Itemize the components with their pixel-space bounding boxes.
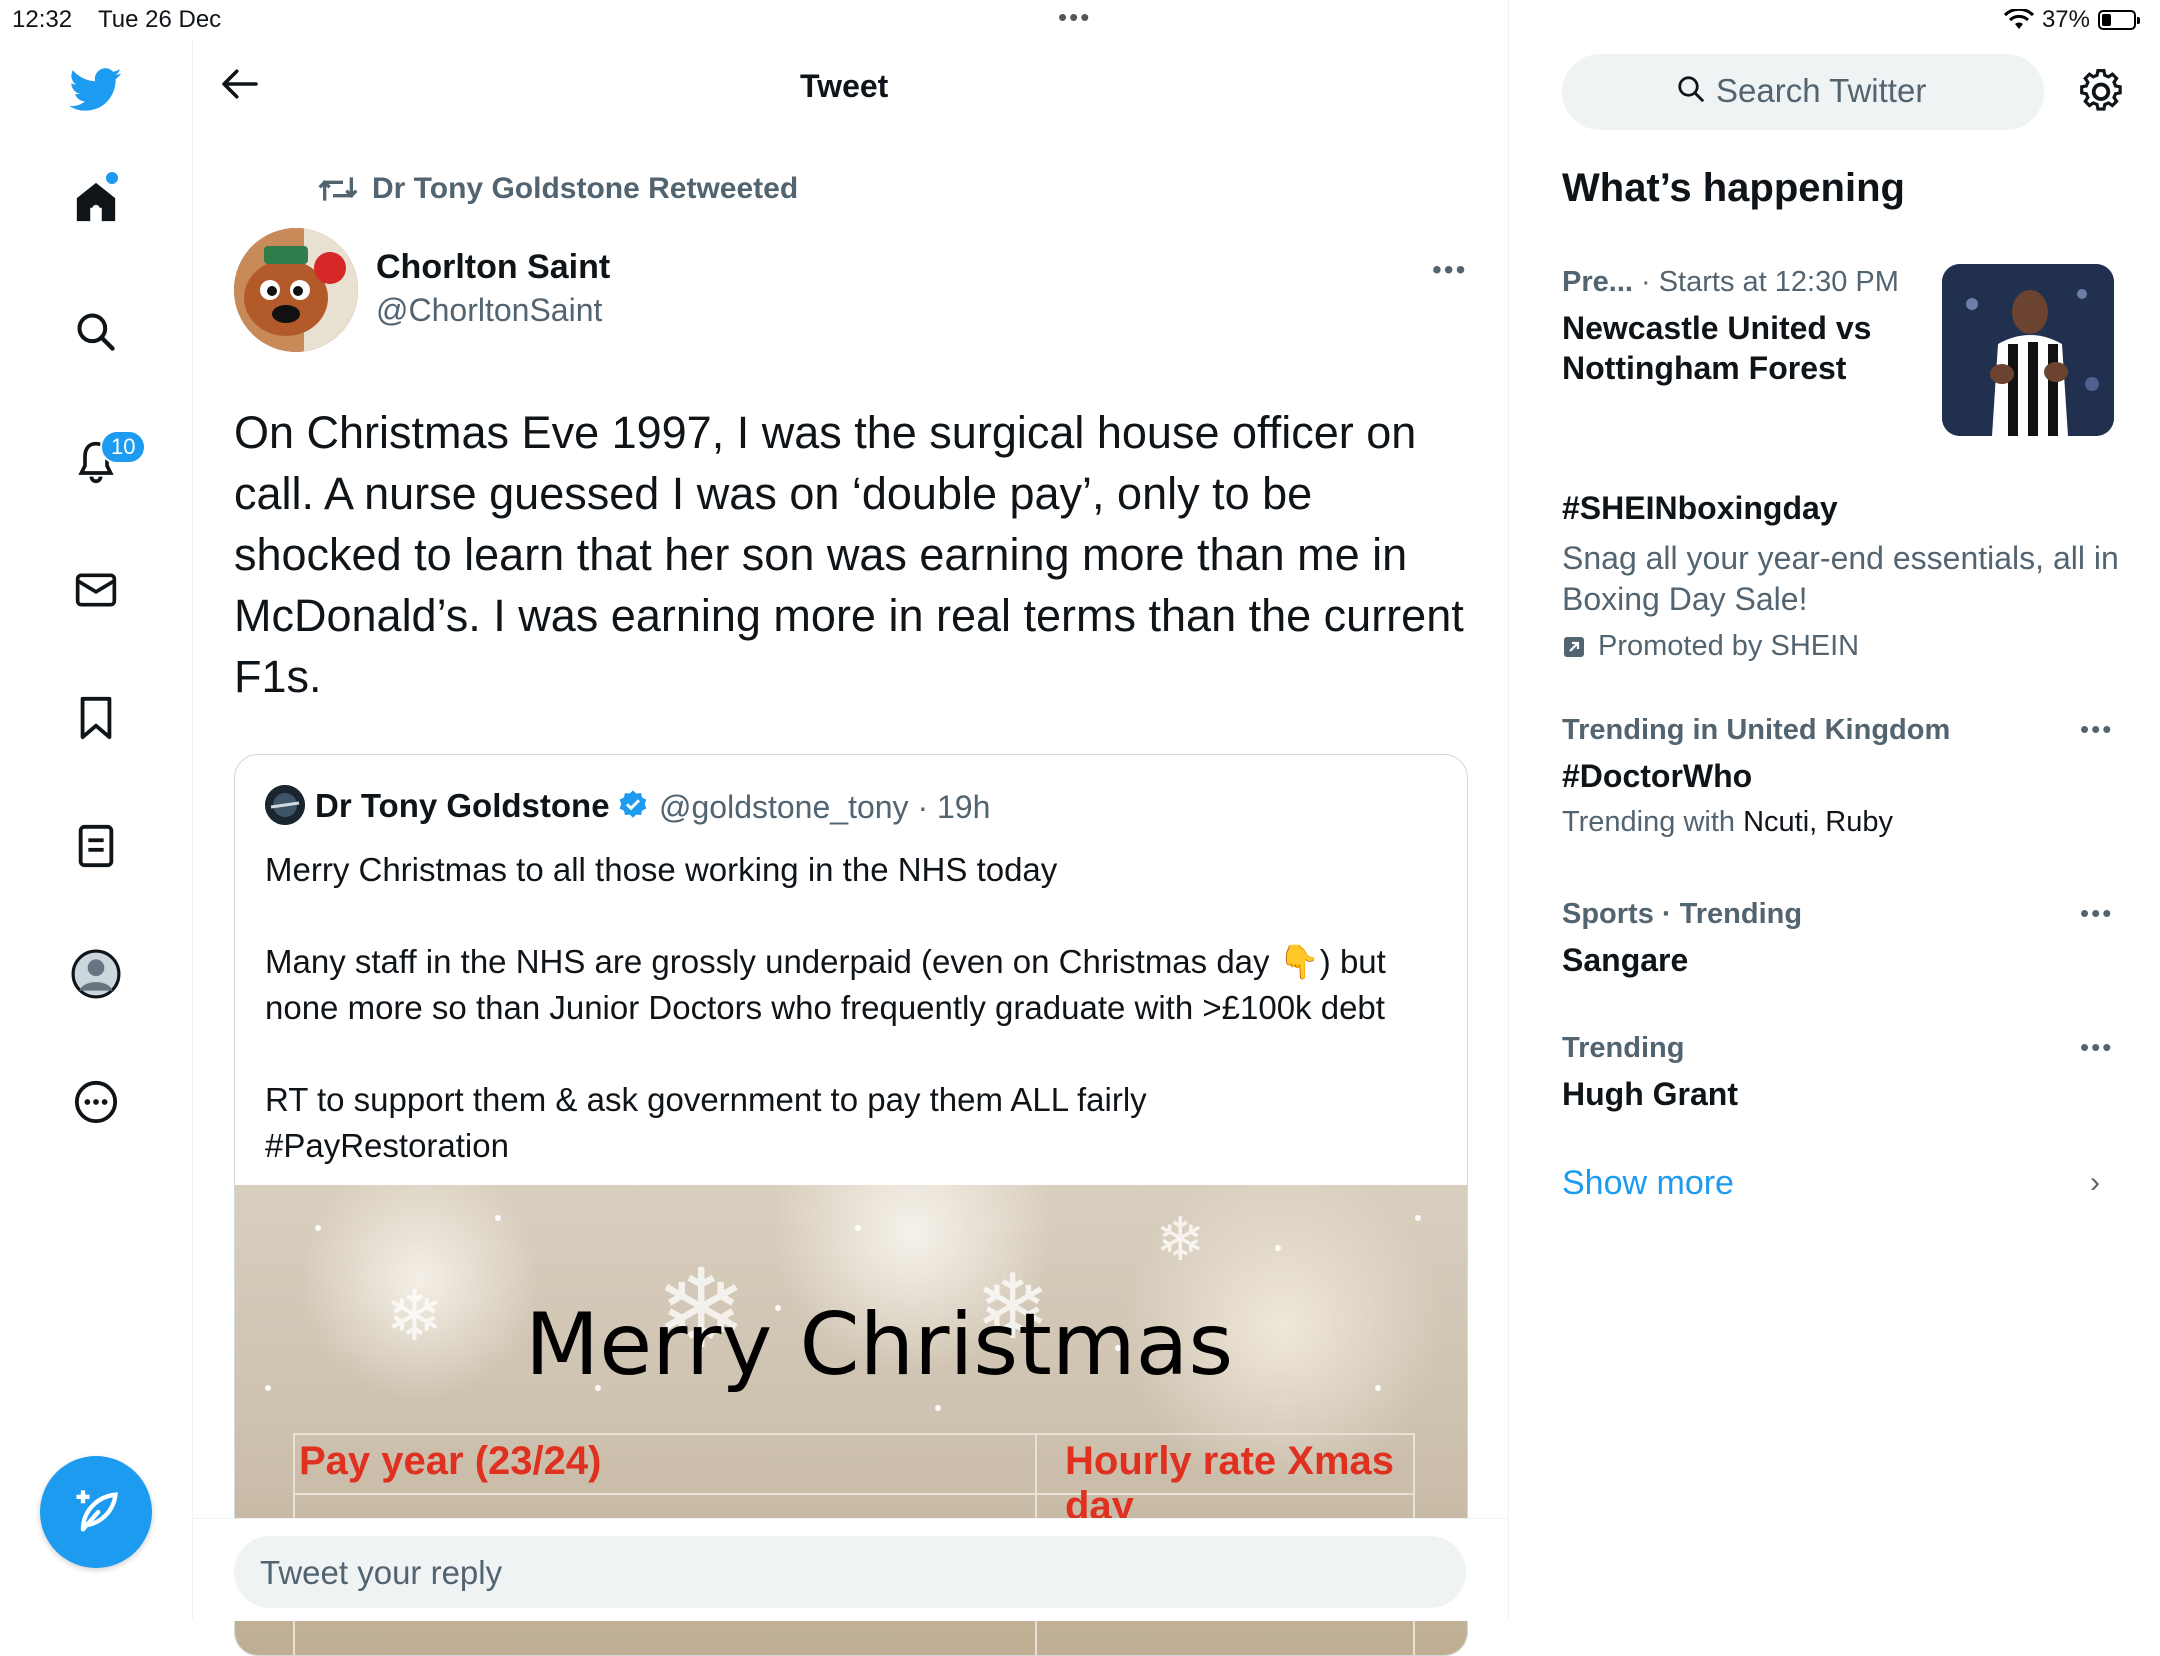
snowflake-icon: ❄ <box>385 1277 444 1355</box>
profile-icon[interactable] <box>66 944 126 1004</box>
event-image[interactable] <box>1942 264 2114 436</box>
chevron-right-icon: › <box>2090 1166 2100 1199</box>
promoted-icon <box>1564 636 1584 657</box>
bookmark-icon[interactable] <box>66 688 126 748</box>
trend-context: Trending in United Kingdom <box>1562 714 1951 746</box>
search-placeholder: Search Twitter <box>1716 72 1927 109</box>
home-unread-dot <box>106 172 118 184</box>
avatar[interactable] <box>234 228 358 352</box>
hashtag-link[interactable]: #PayRestoration <box>265 1123 1435 1169</box>
notifications-badge: 10 <box>100 430 147 464</box>
reply-placeholder: Tweet your reply <box>260 1554 503 1591</box>
trend-with: Trending with Ncuti, Ruby <box>1562 806 1893 838</box>
author-name[interactable]: Chorlton Saint <box>376 248 610 287</box>
event-title-2[interactable]: Nottingham Forest <box>1562 350 1846 387</box>
retweet-context-label: Dr Tony Goldstone Retweeted <box>372 172 799 205</box>
event-meta: · Starts at 12:30 PM <box>1632 266 1899 298</box>
search-icon <box>1676 74 1706 104</box>
snowflake-icon: ❄ <box>1155 1206 1206 1273</box>
trend-name[interactable]: Hugh Grant <box>1562 1076 1738 1113</box>
nav-divider <box>192 40 193 1620</box>
main-divider <box>1508 0 1509 1620</box>
twitter-logo-icon[interactable] <box>66 60 126 120</box>
search-icon[interactable] <box>66 302 126 362</box>
trend-more-icon[interactable]: ••• <box>2080 1032 2113 1063</box>
section-title: What’s happening <box>1562 166 1905 210</box>
image-heading: Merry Christmas <box>525 1295 1234 1395</box>
settings-gear-icon[interactable] <box>2078 68 2124 114</box>
event-item[interactable]: Pre... · Starts at 12:30 PM <box>1562 266 1899 299</box>
author-handle[interactable]: @ChorltonSaint <box>376 292 602 329</box>
wifi-icon <box>2003 9 2034 31</box>
page-title: Tweet <box>800 68 889 104</box>
event-title-1[interactable]: Newcastle United vs <box>1562 310 1871 347</box>
multitasking-dots-icon[interactable]: ••• <box>1058 2 1091 33</box>
quoted-handle-time: @goldstone_tony · 19h <box>659 789 991 825</box>
show-more-link[interactable]: Show more <box>1562 1164 1734 1203</box>
status-time: 12:32 <box>12 6 73 33</box>
more-icon[interactable] <box>66 1072 126 1132</box>
quoted-author-name: Dr Tony Goldstone <box>315 787 610 824</box>
mail-icon[interactable] <box>66 560 126 620</box>
back-arrow-icon[interactable] <box>220 68 260 100</box>
pay-table-header-year: Pay year (23/24) <box>299 1439 602 1483</box>
status-right: 37% <box>2003 6 2140 34</box>
trend-context: Trending <box>1562 1032 1685 1064</box>
compose-tweet-icon <box>76 1490 118 1532</box>
pay-table-header-rate: Hourly rate Xmas day <box>1065 1439 1395 1528</box>
trend-more-icon[interactable]: ••• <box>2080 714 2113 745</box>
trend-name[interactable]: #DoctorWho <box>1562 758 1752 795</box>
tweet-more-icon[interactable]: ••• <box>1432 254 1467 286</box>
trend-more-icon[interactable]: ••• <box>2080 898 2113 929</box>
trend-name[interactable]: Sangare <box>1562 942 1688 979</box>
verified-badge-icon <box>617 789 649 821</box>
retweet-context[interactable]: Dr Tony Goldstone Retweeted <box>318 172 798 206</box>
quoted-line-1: Merry Christmas to all those working in … <box>265 851 1058 888</box>
promo-description: Snag all your year-end essentials, all i… <box>1562 540 2119 617</box>
promoted-label: Promoted by SHEIN <box>1562 630 1859 663</box>
status-date: Tue 26 Dec <box>98 6 222 33</box>
lists-icon[interactable] <box>66 816 126 876</box>
tweet-text: On Christmas Eve 1997, I was the surgica… <box>234 407 1464 702</box>
quoted-line-2: Many staff in the NHS are grossly underp… <box>265 943 1386 1026</box>
quoted-tweet-text: Merry Christmas to all those working in … <box>265 847 1435 1169</box>
quoted-avatar <box>265 785 305 825</box>
battery-percent: 37% <box>2041 6 2090 33</box>
trend-context: Sports · Trending <box>1562 898 1803 930</box>
compose-tweet-button[interactable] <box>40 1456 152 1568</box>
quoted-line-3: RT to support them & ask government to p… <box>265 1081 1147 1118</box>
status-bar: 12:32 Tue 26 Dec ••• 37% <box>0 0 2160 40</box>
battery-icon <box>2098 10 2140 30</box>
promo-hashtag[interactable]: #SHEINboxingday <box>1562 490 1838 527</box>
retweet-icon <box>318 177 358 201</box>
event-category: Pre... <box>1562 266 1633 298</box>
